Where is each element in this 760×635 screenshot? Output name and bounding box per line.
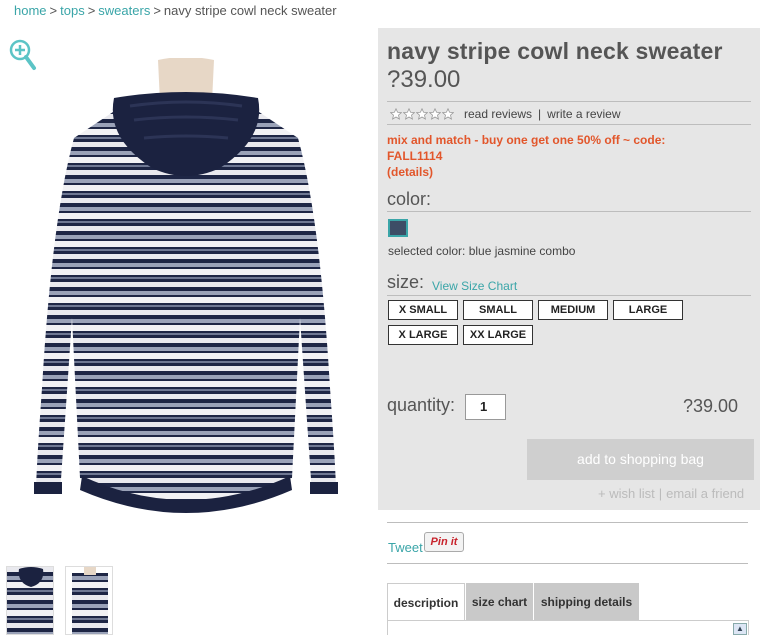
promo-text: mix and match - buy one get one 50% off … — [387, 133, 666, 147]
divider — [387, 211, 751, 212]
pin-it-button[interactable]: Pin it — [424, 532, 464, 552]
breadcrumb-separator: > — [153, 3, 161, 18]
star-icon — [390, 108, 402, 120]
size-label: size: — [387, 272, 425, 292]
size-option-small[interactable]: SMALL — [463, 300, 533, 320]
size-option-x-large[interactable]: X LARGE — [388, 325, 458, 345]
thumbnail-front[interactable] — [6, 566, 54, 635]
divider — [387, 101, 751, 102]
wish-list-link[interactable]: + wish list — [598, 486, 655, 501]
total-price: ?39.00 — [683, 396, 739, 416]
promo-details-link[interactable]: (details) — [387, 164, 665, 180]
secondary-actions: + wish list | email a friend — [598, 486, 744, 501]
read-reviews-link[interactable]: read reviews — [464, 107, 532, 121]
breadcrumb-separator: > — [87, 3, 96, 18]
tab-shipping-details[interactable]: shipping details — [534, 583, 639, 621]
breadcrumb-tops[interactable]: tops — [60, 3, 85, 18]
star-icon — [416, 108, 428, 120]
rating-stars[interactable] — [390, 108, 454, 120]
size-option-xx-large[interactable]: XX LARGE — [463, 325, 533, 345]
divider — [387, 295, 751, 296]
star-icon — [442, 108, 454, 120]
size-option-x-small[interactable]: X SMALL — [388, 300, 458, 320]
product-title: navy stripe cowl neck sweater — [387, 38, 723, 64]
quantity-input[interactable]: 1 — [465, 394, 506, 420]
tab-size-chart[interactable]: size chart — [466, 583, 533, 621]
add-to-bag-button[interactable]: add to shopping bag — [527, 439, 754, 480]
quantity-label: quantity: — [387, 395, 456, 415]
breadcrumb: home > tops > sweaters > navy stripe cowl neck… — [14, 3, 337, 18]
product-price: ?39.00 — [387, 66, 461, 93]
tweet-button[interactable]: Tweet — [388, 540, 423, 555]
email-friend-link[interactable]: email a friend — [666, 486, 744, 501]
star-icon — [403, 108, 415, 120]
tab-content-area — [387, 620, 749, 635]
breadcrumb-home[interactable]: home — [14, 3, 47, 18]
star-icon — [429, 108, 441, 120]
color-label: color: — [387, 189, 432, 209]
view-size-chart-link[interactable]: View Size Chart — [432, 279, 517, 293]
divider — [387, 124, 751, 125]
reviews-links: read reviews | write a review — [464, 107, 621, 121]
breadcrumb-current: navy stripe cowl neck sweater — [163, 3, 337, 18]
thumbnail-back[interactable] — [65, 566, 113, 635]
size-option-large[interactable]: LARGE — [613, 300, 683, 320]
scroll-up-arrow-icon[interactable]: ▲ — [733, 623, 747, 635]
tab-description[interactable]: description — [387, 583, 465, 621]
color-swatch[interactable] — [388, 219, 408, 237]
divider — [387, 522, 748, 523]
size-option-medium[interactable]: MEDIUM — [538, 300, 608, 320]
promo-code: FALL1114 — [387, 149, 443, 163]
breadcrumb-sweaters[interactable]: sweaters — [98, 3, 150, 18]
breadcrumb-separator: > — [49, 3, 58, 18]
separator: | — [658, 486, 663, 501]
write-review-link[interactable]: write a review — [547, 107, 620, 121]
promo-message: mix and match - buy one get one 50% off … — [387, 132, 665, 180]
divider — [387, 563, 748, 564]
product-image[interactable] — [30, 57, 342, 528]
separator: | — [538, 107, 542, 121]
selected-color-text: selected color: blue jasmine combo — [388, 244, 576, 258]
